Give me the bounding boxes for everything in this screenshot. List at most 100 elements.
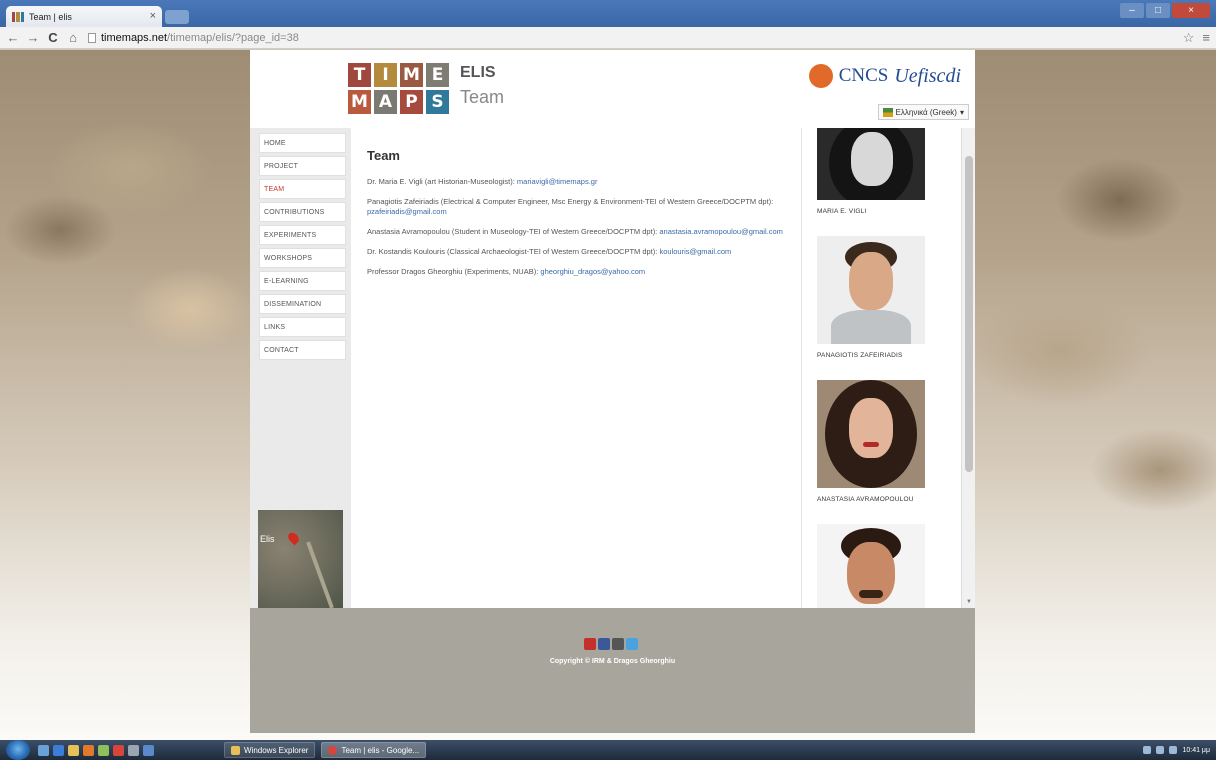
url-host: timemaps.net (101, 31, 168, 44)
team-photo-card (817, 524, 925, 608)
nav-item-dissemination[interactable]: DISSEMINATION (259, 294, 346, 314)
site-footer: Copyright © IRM & Dragos Gheorghiu (250, 608, 975, 733)
forward-arrow-icon[interactable]: → (26, 31, 40, 44)
site-name: ELIS (460, 64, 496, 81)
flag-icon[interactable] (1169, 746, 1178, 754)
member-description: Dr. Maria E. Vigli (art Historian-Museol… (367, 177, 517, 186)
minimize-icon[interactable]: – (1120, 3, 1144, 18)
app-icon[interactable] (98, 744, 109, 756)
partner-name: CNCS (838, 65, 889, 86)
taskbar-item-explorer[interactable]: Windows Explorer (224, 742, 316, 758)
team-photo (817, 380, 925, 488)
map-thumbnail[interactable]: Elis (258, 510, 343, 608)
folder-icon[interactable] (68, 744, 79, 756)
home-icon[interactable]: ⌂ (66, 31, 80, 44)
flag-icon (882, 107, 893, 117)
scroll-down-icon[interactable]: ▼ (966, 599, 972, 605)
person-name: PANAGIOTIS ZAFEIRIADIS (817, 352, 903, 359)
logo-letter: A (374, 90, 397, 114)
person-name: MARIA E. VIGLI (817, 208, 867, 215)
google-plus-icon[interactable] (612, 638, 624, 650)
team-member: Panagiotis Zafeiriadis (Electrical & Com… (367, 197, 785, 217)
team-photo (817, 524, 925, 608)
team-photo-card: PANAGIOTIS ZAFEIRIADIS (817, 236, 925, 359)
nav-item-workshops[interactable]: WORKSHOPS (259, 248, 346, 268)
system-tray: 10:41 μμ (1143, 746, 1210, 754)
nav-item-home[interactable]: HOME (259, 133, 346, 153)
logo-letter: M (348, 90, 371, 114)
member-email-link[interactable]: koulouris@gmail.com (659, 247, 731, 256)
nav-item-contact[interactable]: CONTACT (259, 340, 346, 360)
quick-launch (38, 744, 154, 756)
nav-item-links[interactable]: LINKS (259, 317, 346, 337)
team-photo-card: ANASTASIA AVRAMOPOULOU (817, 380, 925, 503)
chrome-icon (328, 745, 338, 755)
reload-icon[interactable]: C (46, 31, 60, 44)
back-arrow-icon[interactable]: ← (6, 31, 20, 44)
volume-icon[interactable] (1156, 746, 1165, 754)
site-favicon-icon (12, 11, 24, 22)
member-description: Anastasia Avramopoulou (Student in Museo… (367, 227, 660, 236)
team-member: Dr. Maria E. Vigli (art Historian-Museol… (367, 177, 785, 187)
partner-logos: CNCS Uefiscdi (808, 64, 961, 88)
youtube-icon[interactable] (584, 638, 596, 650)
nav-item-elearning[interactable]: E-LEARNING (259, 271, 346, 291)
social-links (584, 638, 638, 650)
chevron-down-icon: ▾ (959, 107, 964, 117)
network-icon[interactable] (1143, 746, 1152, 754)
member-email-link[interactable]: anastasia.avramopoulou@gmail.com (659, 227, 783, 236)
app-icon[interactable] (128, 744, 139, 756)
facebook-icon[interactable] (598, 638, 610, 650)
member-email-link[interactable]: mariavigli@timemaps.gr (517, 177, 598, 186)
new-tab-button[interactable] (165, 10, 189, 24)
member-description: Panagiotis Zafeiriadis (Electrical & Com… (367, 197, 774, 206)
logo-letter: I (374, 63, 397, 87)
menu-icon[interactable]: ≡ (1202, 30, 1210, 46)
browser-toolbar: ← → C ⌂ timemaps.net/timemap/elis/?page_… (0, 27, 1216, 49)
desktop-icon[interactable] (38, 744, 49, 756)
logo-letter: T (348, 63, 371, 87)
nav-item-project[interactable]: PROJECT (259, 156, 346, 176)
map-road (306, 541, 334, 608)
app-icon[interactable] (143, 744, 154, 756)
left-navigation: HOME PROJECT TEAM CONTRIBUTIONS EXPERIME… (250, 128, 351, 608)
browser-tab[interactable]: Team | elis × (6, 6, 162, 27)
bookmark-star-icon[interactable]: ☆ (1183, 30, 1195, 46)
taskbar-item-chrome[interactable]: Team | elis - Google... (321, 742, 427, 758)
window-titlebar: Team | elis × – □ × (0, 0, 1216, 27)
team-photo-card: MARIA E. VIGLI (817, 128, 925, 215)
start-button[interactable] (6, 740, 30, 760)
maximize-icon[interactable]: □ (1146, 3, 1170, 18)
member-description: Dr. Kostandis Koulouris (Classical Archa… (367, 247, 660, 256)
scrollbar-thumb[interactable] (965, 156, 973, 472)
team-member: Anastasia Avramopoulou (Student in Museo… (367, 227, 785, 237)
member-email-link[interactable]: gheorghiu_dragos@yahoo.com (540, 267, 645, 276)
timemaps-logo[interactable]: T I M E M A P S (348, 63, 460, 117)
url-path: /timemap/elis/?page_id=38 (167, 31, 299, 44)
team-photos-sidebar: MARIA E. VIGLI PANAGIOTIS ZAFEIRIADIS AN… (801, 128, 975, 608)
language-select[interactable]: Ελληνικά (Greek) ▾ (877, 104, 969, 120)
nav-item-team[interactable]: TEAM (259, 179, 346, 199)
team-member: Dr. Kostandis Koulouris (Classical Archa… (367, 247, 785, 257)
media-icon[interactable] (83, 744, 94, 756)
content-title: Team (367, 148, 400, 163)
member-email-link[interactable]: pzafeiriadis@gmail.com (367, 207, 447, 216)
tab-close-icon[interactable]: × (150, 11, 156, 22)
close-window-icon[interactable]: × (1172, 3, 1210, 18)
sidebar-scrollbar[interactable]: ▼ (961, 128, 975, 608)
twitter-icon[interactable] (626, 638, 638, 650)
nav-item-experiments[interactable]: EXPERIMENTS (259, 225, 346, 245)
page-title: Team (460, 87, 505, 107)
clock[interactable]: 10:41 μμ (1182, 747, 1210, 754)
team-member: Professor Dragos Gheorghiu (Experiments,… (367, 267, 785, 277)
ie-icon[interactable] (53, 744, 64, 756)
chrome-icon[interactable] (113, 744, 124, 756)
map-pin-label: Elis (260, 534, 275, 544)
task-label: Windows Explorer (244, 745, 309, 755)
address-bar[interactable]: timemaps.net/timemap/elis/?page_id=38 (86, 29, 1177, 46)
nav-item-contributions[interactable]: CONTRIBUTIONS (259, 202, 346, 222)
person-name: ANASTASIA AVRAMOPOULOU (817, 496, 914, 503)
logo-letter: E (426, 63, 449, 87)
main-content: Team Dr. Maria E. Vigli (art Historian-M… (351, 128, 801, 608)
partner-script-logo: Uefiscdi (894, 64, 961, 87)
